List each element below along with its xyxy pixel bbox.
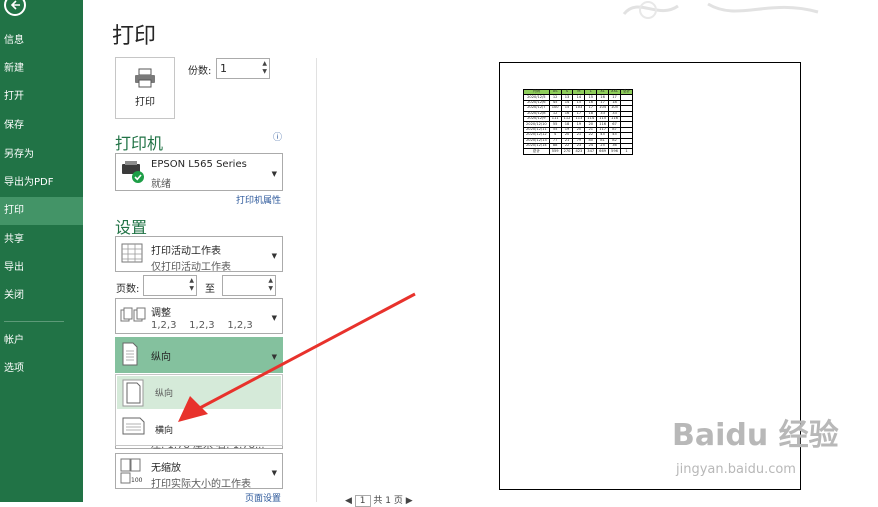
table-cell: 总计 — [523, 148, 550, 155]
print-scope-select[interactable]: 打印活动工作表 仅打印活动工作表 ▼ — [115, 236, 283, 273]
pages-label: 页数: — [116, 284, 140, 295]
back-arrow-icon[interactable] — [4, 0, 26, 16]
sidebar-item-print[interactable]: 打印 — [0, 197, 83, 225]
table-cell: 596 — [608, 148, 621, 155]
current-page-input[interactable]: 1 — [354, 495, 371, 507]
sidebar-item-open[interactable]: 打开 — [0, 83, 83, 111]
baidu-watermark-logo: Baidu 经验 — [672, 418, 839, 453]
copies-value: 1 — [220, 62, 227, 75]
chevron-down-icon: ▼ — [271, 353, 277, 361]
printer-section-title: 打印机 — [115, 134, 164, 153]
spin-arrows-icon[interactable]: ▲ ▼ — [268, 277, 273, 293]
table-cell: 1 — [619, 148, 634, 155]
baidu-watermark-url: jingyan.baidu.com — [676, 462, 796, 477]
printer-select[interactable]: EPSON L565 Series 就绪 ▼ — [115, 153, 283, 191]
menu-item-landscape-label: 横向 — [155, 426, 174, 436]
page-setup-link[interactable]: 页面设置 — [245, 491, 281, 504]
table-cell: 270 — [560, 148, 574, 155]
page-navigator: ◀ 1 共 1 页 ▶ — [345, 493, 413, 507]
info-icon[interactable]: ⓘ — [273, 130, 282, 143]
collate-pages-icon — [120, 303, 146, 331]
sidebar-item-close[interactable]: 关闭 — [0, 282, 83, 310]
pages-to-input[interactable]: ▲ ▼ — [222, 275, 276, 296]
scaling-subtitle: 打印实际大小的工作表 — [151, 479, 251, 490]
sidebar-item-save[interactable]: 保存 — [0, 112, 83, 140]
chevron-down-icon: ▼ — [271, 314, 277, 322]
table-cell: 669 — [596, 148, 610, 155]
printer-status: 就绪 — [151, 179, 171, 190]
scaling-title: 无缩放 — [151, 463, 181, 474]
printer-icon — [135, 68, 155, 88]
sidebar-item-export-pdf[interactable]: 导出为PDF — [0, 169, 83, 197]
printer-ready-icon — [120, 158, 146, 188]
menu-item-landscape[interactable]: 横向 — [117, 411, 281, 444]
copies-label: 份数: — [188, 66, 212, 77]
table-row: 总计 559 270 423 347 669 596 1 — [523, 148, 634, 155]
chevron-down-icon: ▼ — [271, 469, 277, 477]
collate-select[interactable]: 调整 1,2,3 1,2,3 1,2,3 ▼ — [115, 298, 283, 334]
copies-stepper[interactable]: 1 ▲ ▼ — [216, 58, 270, 79]
sidebar-item-account[interactable]: 帐户 — [0, 327, 83, 355]
printer-name: EPSON L565 Series — [151, 159, 247, 170]
worksheet-grid-icon — [120, 241, 144, 269]
table-cell: 347 — [584, 148, 598, 155]
actual-size-icon: 100 — [120, 458, 144, 488]
spin-arrows-icon[interactable]: ▲ ▼ — [189, 277, 194, 293]
print-button-label: 打印 — [135, 97, 155, 108]
watermark-swirl-icon — [622, 1, 819, 19]
table-cell: 423 — [572, 148, 586, 155]
orientation-select[interactable]: 纵向 ▼ — [115, 337, 283, 373]
backstage-sidebar: 信息 新建 打开 保存 另存为 导出为PDF 打印 共享 导出 关闭 帐户 选项 — [0, 0, 83, 502]
table-row: 2020/12/14 88 22 23 24 25 36 — [523, 142, 634, 150]
menu-item-portrait-label: 纵向 — [155, 389, 174, 399]
next-page-icon[interactable]: ▶ — [406, 496, 413, 506]
pages-from-input[interactable]: ▲ ▼ — [143, 275, 197, 296]
print-scope-title: 打印活动工作表 — [151, 246, 221, 257]
scaling-select[interactable]: 100 无缩放 打印实际大小的工作表 ▼ — [115, 453, 283, 490]
chevron-down-icon: ▼ — [271, 252, 277, 260]
portrait-page-icon — [122, 379, 144, 411]
total-pages-text: 共 1 页 — [373, 496, 403, 506]
collate-subtitle: 1,2,3 1,2,3 1,2,3 — [151, 320, 253, 331]
printer-properties-link[interactable]: 打印机属性 — [236, 193, 281, 206]
prev-page-icon[interactable]: ◀ — [345, 496, 352, 506]
panel-divider — [316, 58, 317, 502]
landscape-page-icon — [122, 416, 146, 440]
sidebar-item-info[interactable]: 信息 — [0, 27, 83, 55]
preview-table: 尺码 XS S M L XL XXL 总计 2020/12/5 12 13 14 15 16 17 2020/… — [523, 88, 634, 155]
svg-text:100: 100 — [131, 477, 143, 484]
print-scope-subtitle: 仅打印活动工作表 — [151, 262, 231, 273]
sidebar-divider — [4, 321, 64, 322]
sidebar-item-export[interactable]: 导出 — [0, 254, 83, 282]
collate-title: 调整 — [151, 308, 171, 319]
orientation-title: 纵向 — [151, 352, 171, 363]
pages-to-label: 至 — [205, 284, 215, 295]
table-cell: 2020/12/14 — [523, 142, 550, 150]
settings-section-title: 设置 — [115, 218, 148, 237]
menu-item-portrait[interactable]: 纵向 — [117, 376, 281, 409]
print-button[interactable]: 打印 — [115, 57, 175, 119]
chevron-down-icon: ▼ — [271, 170, 277, 178]
sidebar-item-options[interactable]: 选项 — [0, 355, 83, 383]
spin-arrows-icon[interactable]: ▲ ▼ — [262, 60, 267, 76]
sidebar-item-save-as[interactable]: 另存为 — [0, 141, 83, 169]
page-title: 打印 — [112, 24, 157, 49]
table-cell: 559 — [548, 148, 562, 155]
orientation-menu: 纵向 横向 — [115, 374, 283, 446]
sidebar-item-new[interactable]: 新建 — [0, 55, 83, 83]
portrait-page-icon — [120, 342, 140, 370]
sidebar-item-share[interactable]: 共享 — [0, 226, 83, 254]
